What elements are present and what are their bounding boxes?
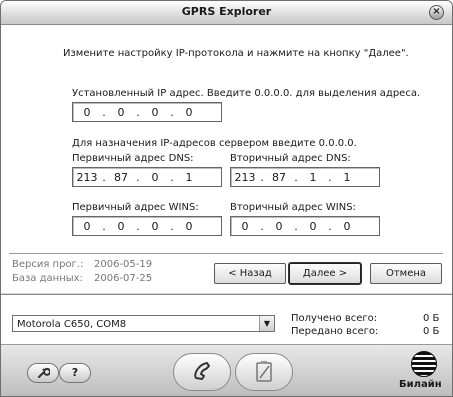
sent-value: 0 Б — [423, 326, 440, 337]
dns-primary-octet-1: 213 — [76, 170, 98, 184]
back-button[interactable]: < Назад — [214, 263, 286, 284]
wins-primary-octet-3: 0 — [151, 219, 159, 233]
divider — [9, 253, 443, 255]
beeline-logo — [411, 351, 437, 377]
dns-secondary-octet-1: 213 — [234, 170, 256, 184]
brand-name: Билайн — [399, 379, 442, 390]
wizard-panel: Измените настройку IP-протокола и нажмит… — [1, 25, 452, 293]
server-assign-note: Для назначения IP-адресов сервером введи… — [72, 138, 357, 149]
dns-secondary-octet-2: 87 — [272, 170, 286, 184]
phone-handset-icon — [194, 362, 210, 380]
dns-secondary-label: Вторичный адрес DNS: — [230, 153, 351, 164]
database-label: База данных: — [12, 273, 83, 284]
dns-primary-octet-4: 1 — [185, 170, 193, 184]
wins-primary-octet-1: 0 — [83, 219, 91, 233]
close-button[interactable]: × — [429, 5, 444, 20]
dns-primary-input[interactable]: 213. 87. 0. 1 — [72, 167, 222, 187]
wins-primary-octet-2: 0 — [117, 219, 125, 233]
bottom-toolbar: ? Билайн — [1, 344, 452, 396]
dns-primary-label: Первичный адрес DNS: — [72, 153, 194, 164]
received-value: 0 Б — [423, 313, 440, 324]
wins-primary-label: Первичный адрес WINS: — [72, 202, 199, 213]
device-select[interactable]: Motorola C650, COM8 ▼ — [12, 315, 275, 332]
dns-secondary-octet-4: 1 — [343, 170, 351, 184]
wins-secondary-octet-2: 0 — [275, 219, 283, 233]
ip-octet-3: 0 — [151, 105, 159, 119]
ip-octet-2: 0 — [117, 105, 125, 119]
wins-primary-input[interactable]: 0. 0. 0. 0 — [72, 216, 222, 236]
ip-address-input[interactable]: 0. 0. 0. 0 — [72, 102, 222, 122]
database-value: 2006-07-25 — [94, 273, 153, 284]
disconnect-button[interactable] — [235, 353, 293, 391]
wins-secondary-octet-4: 0 — [343, 219, 351, 233]
window-title: GPRS Explorer — [181, 5, 272, 18]
wins-secondary-input[interactable]: 0. 0. 0. 0 — [230, 216, 380, 236]
connection-panel: Motorola C650, COM8 ▼ Получено всего: 0 … — [1, 294, 452, 344]
help-button[interactable]: ? — [59, 363, 91, 383]
wins-primary-octet-4: 0 — [185, 219, 193, 233]
dns-primary-octet-2: 87 — [114, 170, 128, 184]
chevron-down-icon[interactable]: ▼ — [259, 316, 274, 331]
wins-secondary-octet-3: 0 — [309, 219, 317, 233]
wins-secondary-octet-1: 0 — [241, 219, 249, 233]
dns-secondary-octet-3: 1 — [309, 170, 317, 184]
device-select-value: Motorola C650, COM8 — [17, 319, 127, 330]
received-label: Получено всего: — [291, 313, 378, 324]
ip-octet-4: 0 — [185, 105, 193, 119]
next-button[interactable]: Далее > — [288, 262, 362, 285]
clipboard-icon — [256, 361, 272, 382]
wrench-icon — [38, 367, 51, 378]
ip-address-label: Установленный IP адрес. Введите 0.0.0.0.… — [72, 88, 421, 99]
version-prog-value: 2006-05-19 — [94, 259, 153, 270]
dns-secondary-input[interactable]: 213. 87. 1. 1 — [230, 167, 380, 187]
sent-label: Передано всего: — [291, 326, 379, 337]
cancel-button[interactable]: Отмена — [370, 263, 442, 284]
instruction-text: Измените настройку IP-протокола и нажмит… — [63, 48, 409, 59]
dns-primary-octet-3: 0 — [151, 170, 159, 184]
gprs-explorer-window: GPRS Explorer × Измените настройку IP-пр… — [0, 0, 453, 397]
wins-secondary-label: Вторичный адрес WINS: — [230, 202, 356, 213]
connect-button[interactable] — [173, 353, 231, 391]
ip-octet-1: 0 — [83, 105, 91, 119]
version-prog-label: Версия прог.: — [12, 259, 84, 270]
settings-button[interactable] — [27, 363, 59, 383]
title-bar: GPRS Explorer × — [1, 1, 452, 25]
